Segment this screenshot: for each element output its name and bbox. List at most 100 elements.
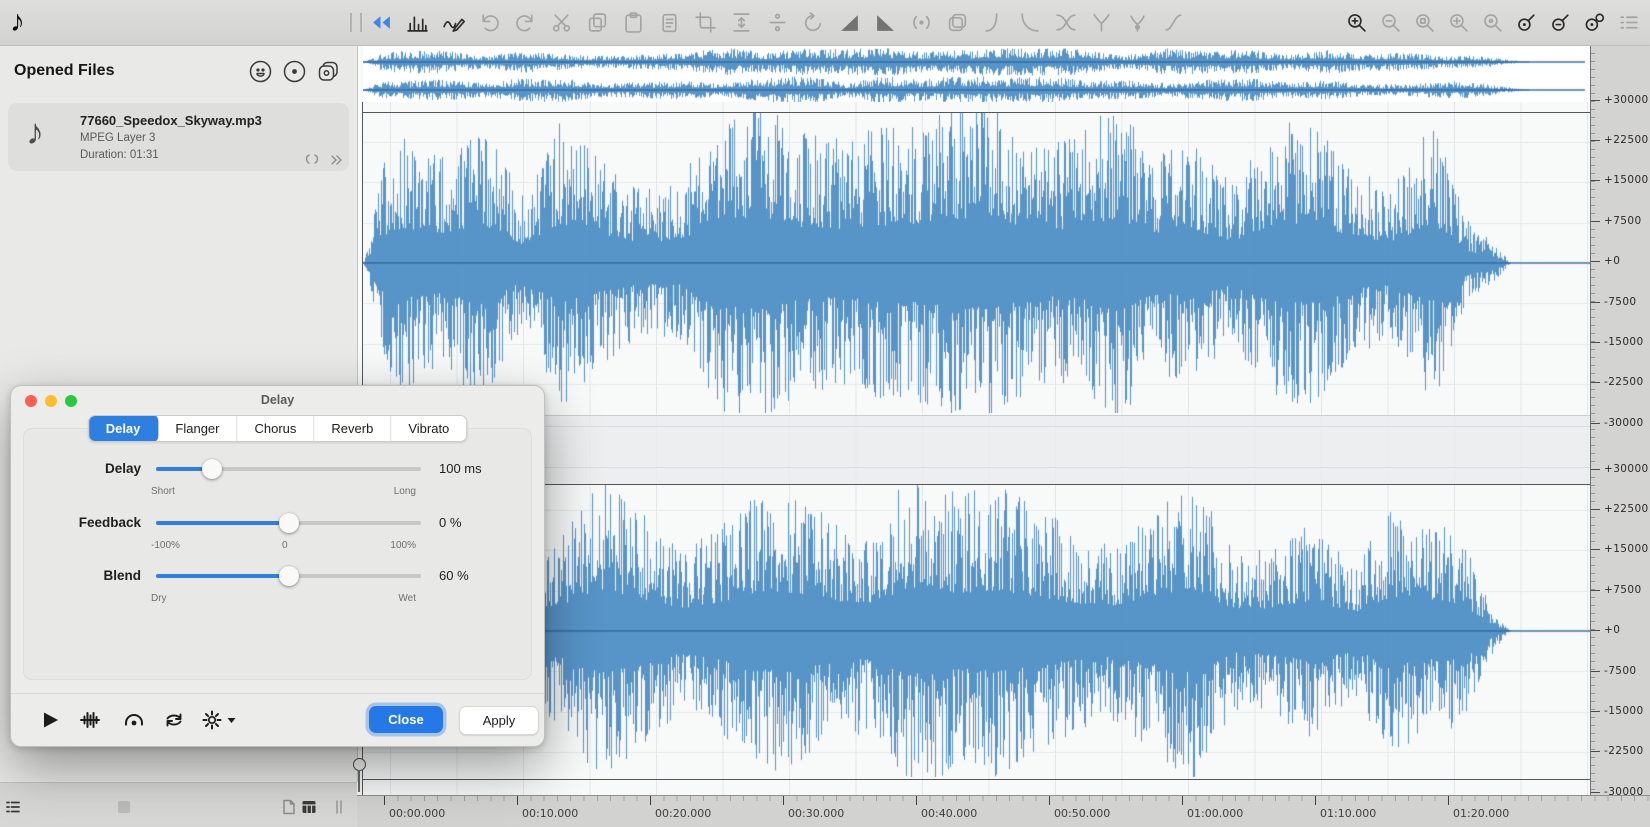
fade-in-icon[interactable] — [838, 11, 861, 34]
repeat-badge-icon[interactable] — [304, 152, 320, 164]
vertical-zoom-out-icon[interactable] — [1549, 11, 1572, 34]
trim-icon[interactable] — [694, 11, 717, 34]
apply-button[interactable]: Apply — [459, 706, 539, 735]
effects-icon[interactable] — [442, 11, 465, 34]
clipboard-icon[interactable] — [658, 11, 681, 34]
scale-major-tick — [1591, 382, 1600, 384]
file-icon[interactable] — [281, 799, 297, 815]
vertical-zoom-reset-icon[interactable] — [1583, 11, 1606, 34]
chevrons-badge-icon[interactable] — [328, 153, 344, 165]
feedback-slider-thumb[interactable] — [278, 513, 299, 533]
vertical-zoom-in-icon[interactable] — [1515, 11, 1538, 34]
status-bar — [0, 782, 357, 827]
tab-reverb[interactable]: Reverb — [314, 416, 392, 441]
effect-tabs: Delay Flanger Chorus Reverb Vibrato — [87, 415, 468, 442]
waveform-area: +30000 +22500 +15000 +7500 +0 -7500 -15000 -225… — [353, 45, 1650, 827]
paste-icon[interactable] — [622, 11, 645, 34]
curve-s-icon[interactable] — [1162, 11, 1185, 34]
timeline-tick — [650, 796, 651, 805]
timeline-tick — [1049, 796, 1050, 805]
toolbar-drag-handle-icon[interactable] — [350, 13, 362, 32]
delay-range-max: Long — [393, 486, 416, 497]
scale-major-tick — [1591, 589, 1600, 591]
drag-handle-icon[interactable] — [334, 799, 344, 815]
zoom-selection-icon[interactable] — [1413, 11, 1436, 34]
delay-slider-thumb[interactable] — [201, 459, 222, 479]
list-icon[interactable] — [5, 799, 21, 815]
fade-out-icon[interactable] — [874, 11, 897, 34]
delay-slider[interactable] — [156, 459, 421, 479]
zoom-fit-icon[interactable] — [1447, 11, 1470, 34]
blend-slider-row: Blend 60 % Dry Wet — [11, 566, 544, 612]
overview-strip[interactable] — [363, 46, 1590, 103]
scale-major-tick — [1591, 751, 1600, 753]
record-icon[interactable] — [282, 59, 307, 84]
file-list-item[interactable]: ♪ 77660_Speedox_Skyway.mp3 MPEG Layer 3 … — [8, 103, 349, 171]
channel1-waveform[interactable] — [363, 113, 1590, 413]
feedback-range-min: -100% — [151, 540, 180, 551]
grid-icon[interactable] — [301, 799, 317, 815]
monitor-icon[interactable] — [123, 709, 145, 731]
feedback-slider-row: Feedback 0 % -100% 0 100% — [11, 513, 544, 559]
curve-y-icon[interactable] — [1090, 11, 1113, 34]
timeline-label: 00:10.000 — [522, 807, 579, 820]
curve-branch-icon[interactable] — [1126, 11, 1149, 34]
settings-icon[interactable] — [201, 709, 223, 731]
curve-cross-icon[interactable] — [1054, 11, 1077, 34]
zoom-original-icon[interactable] — [1481, 11, 1504, 34]
view-options-icon[interactable] — [1617, 11, 1640, 34]
dropdown-icon[interactable] — [225, 709, 238, 731]
spectrogram-icon[interactable] — [406, 11, 429, 34]
scale-label: -7500 — [1604, 664, 1637, 677]
playhead-marker[interactable] — [353, 758, 366, 792]
tab-flanger[interactable]: Flanger — [158, 416, 238, 441]
scale-major-tick — [1591, 139, 1600, 141]
timeline-label: 01:00.000 — [1187, 807, 1244, 820]
scale-label: +22500 — [1604, 502, 1649, 515]
fit-vertical-icon[interactable] — [730, 11, 753, 34]
copy-icon[interactable] — [586, 11, 609, 34]
tab-vibrato[interactable]: Vibrato — [391, 416, 466, 441]
blend-range-min: Dry — [151, 593, 167, 604]
rewind-icon[interactable] — [370, 11, 393, 34]
blend-slider[interactable] — [156, 566, 421, 586]
overview-waveform[interactable] — [363, 46, 1590, 102]
timeline-label: 00:40.000 — [921, 807, 978, 820]
play-icon[interactable] — [39, 709, 61, 731]
zoom-out-icon[interactable] — [1379, 11, 1402, 34]
channel-gap — [363, 415, 1590, 484]
rotate-icon[interactable] — [802, 11, 825, 34]
curve-exp-icon[interactable] — [1018, 11, 1041, 34]
tab-delay[interactable]: Delay — [88, 416, 160, 441]
monitor-icon[interactable] — [248, 59, 273, 84]
stack-icon[interactable] — [316, 59, 341, 84]
split-icon[interactable] — [766, 11, 789, 34]
close-button[interactable]: Close — [369, 706, 443, 733]
preview-wave-icon[interactable] — [79, 709, 101, 731]
redo-icon[interactable] — [514, 11, 537, 34]
normalize-icon[interactable] — [910, 11, 933, 34]
scale-major-tick — [1591, 508, 1600, 510]
delay-slider-label: Delay — [104, 461, 141, 476]
blend-slider-thumb[interactable] — [278, 566, 299, 586]
feedback-slider[interactable] — [156, 513, 421, 533]
cut-icon[interactable] — [550, 11, 573, 34]
timeline-tick — [517, 796, 518, 805]
scale-label: +7500 — [1604, 583, 1642, 596]
loop-icon[interactable] — [163, 709, 185, 731]
undo-icon[interactable] — [478, 11, 501, 34]
scale-major-tick — [1591, 791, 1600, 793]
duplicate-icon[interactable] — [946, 11, 969, 34]
timeline-label: 00:00.000 — [389, 807, 446, 820]
tab-chorus[interactable]: Chorus — [237, 416, 315, 441]
placeholder-icon — [116, 799, 132, 815]
zoom-in-icon[interactable] — [1345, 11, 1368, 34]
feedback-slider-fill — [156, 521, 289, 525]
channel2-waveform[interactable] — [363, 485, 1590, 777]
curve-log-icon[interactable] — [982, 11, 1005, 34]
timeline[interactable]: 00:00.000 00:10.000 00:20.000 00:30.000 00:4… — [357, 795, 1650, 827]
feedback-range-mid: 0 — [282, 540, 288, 551]
delay-dialog: Delay Delay Flanger Chorus Reverb Vibrat… — [10, 385, 545, 747]
file-name: 77660_Speedox_Skyway.mp3 — [80, 113, 262, 128]
blend-slider-label: Blend — [103, 568, 141, 583]
